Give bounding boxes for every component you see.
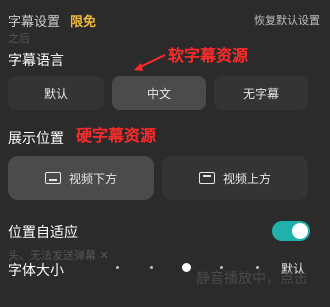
hard-subtitle-annotation: 硬字幕资源: [76, 126, 157, 145]
toggle-knob: [292, 223, 308, 239]
subtitle-settings-panel: 字幕设置 限免 恢复默认设置 之后 字幕语言 软字幕资源 默认 中文 无字幕 展…: [0, 0, 330, 307]
adaptive-position-label: 位置自适应: [8, 225, 78, 241]
position-option-below[interactable]: 视频下方: [8, 156, 154, 200]
position-option-below-label: 视频下方: [68, 171, 117, 186]
soft-subtitle-arrow: [137, 54, 166, 69]
soft-subtitle-arrowhead: [134, 63, 143, 71]
position-option-above-label: 视频上方: [222, 171, 271, 186]
slider-step-1[interactable]: [116, 266, 119, 269]
language-option-default-label: 默认: [43, 86, 68, 101]
language-option-none-label: 无字幕: [242, 86, 279, 101]
soft-subtitle-annotation: 软字幕资源: [168, 46, 249, 65]
slider-step-2[interactable]: [150, 266, 153, 269]
font-size-label: 字体大小: [8, 263, 64, 279]
display-position-label: 展示位置: [8, 131, 64, 147]
language-option-chinese-label: 中文: [146, 86, 171, 101]
language-option-none[interactable]: 无字幕: [214, 76, 308, 110]
slider-thumb[interactable]: [182, 263, 191, 272]
background-mute-hint: 静音播放中，点击: [196, 271, 308, 287]
language-option-chinese[interactable]: 中文: [112, 76, 206, 110]
adaptive-position-toggle[interactable]: [272, 221, 310, 241]
subtitle-above-icon: [198, 172, 215, 184]
subtitle-below-icon: [44, 172, 61, 184]
position-option-above[interactable]: 视频上方: [162, 156, 308, 200]
language-option-default[interactable]: 默认: [8, 76, 104, 110]
